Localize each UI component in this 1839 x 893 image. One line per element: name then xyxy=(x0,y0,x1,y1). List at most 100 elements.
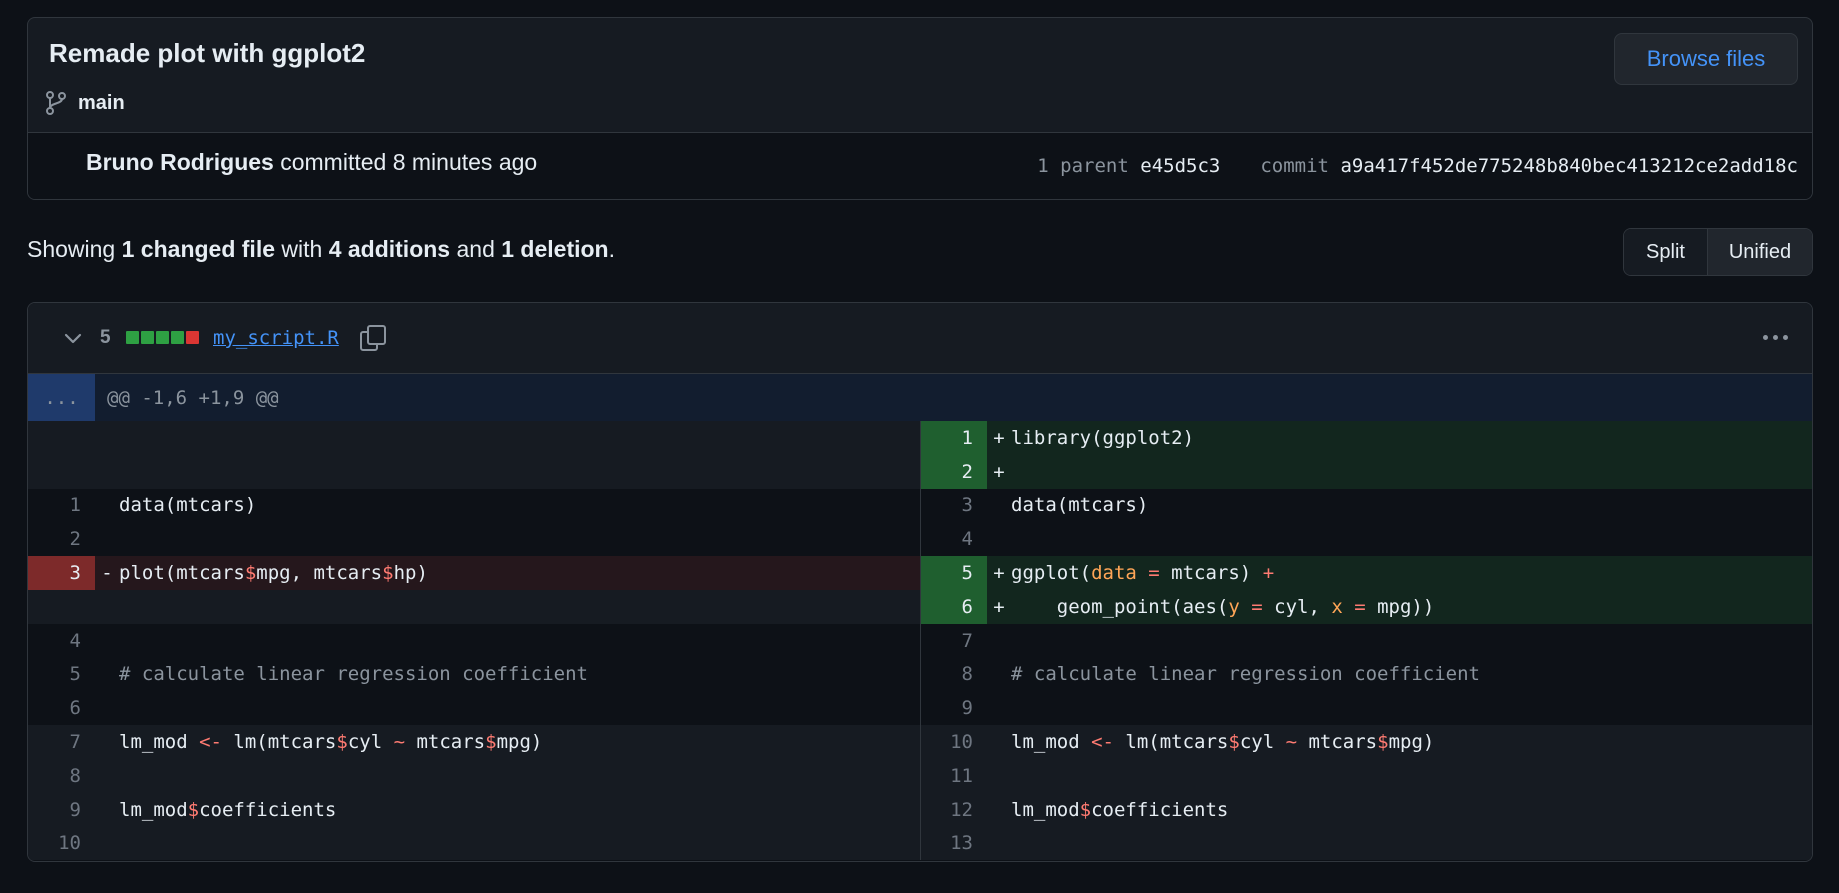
diffstat-blocks xyxy=(126,331,199,344)
commit-box: Remade plot with ggplot2 main Browse fil… xyxy=(27,17,1813,200)
line-number[interactable]: 13 xyxy=(919,826,987,861)
split-view-button[interactable]: Split xyxy=(1624,229,1708,275)
summary-files: 1 changed file xyxy=(121,236,275,262)
code-line: lm_mod <- lm(mtcars$cyl ~ mtcars$mpg) xyxy=(1011,725,1812,759)
diff-row: 1 data(mtcars) 3 data(mtcars) xyxy=(28,488,1812,523)
code-line: lm_mod$coefficients xyxy=(1011,792,1812,827)
diffstat-block xyxy=(126,331,139,344)
line-number[interactable]: 2 xyxy=(28,522,95,557)
commit-header: Remade plot with ggplot2 main Browse fil… xyxy=(28,18,1812,133)
code-line: ggplot(data = mtcars) + xyxy=(1011,556,1812,590)
commit-action: committed 8 minutes ago xyxy=(273,149,538,175)
code-line: data(mtcars) xyxy=(119,488,920,523)
file-diff: 5 my_script.R ... @@ -1,6 +1,9 @@ 1 + li… xyxy=(27,302,1813,862)
parent-sha-link[interactable]: e45d5c3 xyxy=(1140,155,1220,177)
code-line: lm_mod$coefficients xyxy=(119,792,920,827)
line-number[interactable]: 7 xyxy=(919,623,987,658)
line-number[interactable]: 5 xyxy=(28,657,95,692)
expand-hunk-button[interactable]: ... xyxy=(28,374,95,421)
summary-prefix: Showing xyxy=(27,236,122,262)
line-number[interactable]: 3 xyxy=(28,556,95,590)
diff-row: 8 11 xyxy=(28,758,1812,793)
more-options-icon[interactable] xyxy=(1763,335,1788,340)
summary-additions: 4 additions xyxy=(328,236,451,262)
parent-label: 1 parent xyxy=(1037,155,1129,177)
add-sign: + xyxy=(987,556,1011,590)
diff-row: 6 9 xyxy=(28,691,1812,726)
split-diff-table: ... @@ -1,6 +1,9 @@ 1 + library(ggplot2)… xyxy=(28,374,1812,861)
diff-row: 10 13 xyxy=(28,826,1812,861)
code-line: data(mtcars) xyxy=(1011,488,1812,523)
line-number[interactable]: 1 xyxy=(919,421,987,455)
branch-name[interactable]: main xyxy=(78,92,125,115)
delete-sign: - xyxy=(95,556,119,590)
diff-row: 3 - plot(mtcars$mpg, mtcars$hp) 5 + ggpl… xyxy=(28,556,1812,590)
copy-icon[interactable] xyxy=(358,323,388,353)
chevron-down-icon[interactable] xyxy=(62,327,84,349)
git-branch-icon xyxy=(46,91,66,115)
summary-and: and xyxy=(450,236,502,262)
summary-with: with xyxy=(275,236,329,262)
line-number[interactable]: 9 xyxy=(919,691,987,726)
diffstat-block xyxy=(186,331,199,344)
code-line: # calculate linear regression coefficien… xyxy=(119,657,920,692)
line-number[interactable]: 5 xyxy=(919,556,987,590)
add-sign: + xyxy=(987,454,1011,489)
diff-row: 2 4 xyxy=(28,522,1812,557)
commit-sha: a9a417f452de775248b840bec413212ce2add18c xyxy=(1340,155,1798,177)
line-number[interactable]: 4 xyxy=(28,623,95,658)
author-name[interactable]: Bruno Rodrigues xyxy=(86,149,274,175)
empty-cell xyxy=(28,421,920,455)
diff-row: 6 + geom_point(aes(y = cyl, x = mpg)) xyxy=(28,589,1812,624)
add-sign: + xyxy=(987,589,1011,624)
code-line: library(ggplot2) xyxy=(1011,421,1812,455)
diff-view-toggle: Split Unified xyxy=(1623,228,1813,276)
commit-info: Bruno Rodrigues committed 8 minutes ago … xyxy=(28,133,1812,199)
line-number[interactable]: 6 xyxy=(919,589,987,624)
diff-row: 1 + library(ggplot2) xyxy=(28,421,1812,455)
diff-row: 2 + xyxy=(28,454,1812,489)
summary-end: . xyxy=(608,236,615,262)
code-line xyxy=(1011,454,1812,489)
diffstat-block xyxy=(156,331,169,344)
line-number[interactable]: 3 xyxy=(919,488,987,523)
code-line: geom_point(aes(y = cyl, x = mpg)) xyxy=(1011,589,1812,624)
file-name-link[interactable]: my_script.R xyxy=(213,327,339,349)
code-line: plot(mtcars$mpg, mtcars$hp) xyxy=(119,556,920,590)
empty-cell xyxy=(28,589,920,624)
line-number[interactable]: 10 xyxy=(28,826,95,861)
diffstat-block xyxy=(171,331,184,344)
branch-row[interactable]: main xyxy=(44,90,125,116)
diff-row: 4 7 xyxy=(28,623,1812,658)
commit-meta: 1 parent e45d5c3 commit a9a417f452de77524… xyxy=(1037,155,1798,177)
file-header: 5 my_script.R xyxy=(28,303,1812,374)
code-line: lm_mod <- lm(mtcars$cyl ~ mtcars$mpg) xyxy=(119,725,920,759)
line-number[interactable]: 2 xyxy=(919,454,987,489)
line-number[interactable]: 10 xyxy=(919,725,987,759)
line-number[interactable]: 8 xyxy=(919,657,987,692)
line-number[interactable]: 7 xyxy=(28,725,95,759)
hunk-row: ... @@ -1,6 +1,9 @@ xyxy=(28,374,1812,421)
hunk-header: @@ -1,6 +1,9 @@ xyxy=(95,374,1812,421)
line-number[interactable]: 4 xyxy=(919,522,987,557)
author-line: Bruno Rodrigues committed 8 minutes ago xyxy=(86,149,537,176)
diff-row: 5 # calculate linear regression coeffici… xyxy=(28,657,1812,692)
diffstat-block xyxy=(141,331,154,344)
changes-count: 5 xyxy=(100,327,111,348)
diff-row: 7 lm_mod <- lm(mtcars$cyl ~ mtcars$mpg) … xyxy=(28,725,1812,759)
line-number[interactable]: 1 xyxy=(28,488,95,523)
line-number[interactable]: 9 xyxy=(28,792,95,827)
empty-cell xyxy=(28,454,920,489)
commit-label: commit xyxy=(1260,155,1329,177)
commit-title: Remade plot with ggplot2 xyxy=(49,38,366,68)
summary-deletions: 1 deletion xyxy=(501,236,609,262)
diff-row: 9 lm_mod$coefficients 12 lm_mod$coeffici… xyxy=(28,792,1812,827)
line-number[interactable]: 8 xyxy=(28,758,95,793)
line-number[interactable]: 12 xyxy=(919,792,987,827)
add-sign: + xyxy=(987,421,1011,455)
browse-files-button[interactable]: Browse files xyxy=(1614,33,1798,85)
line-number[interactable]: 11 xyxy=(919,758,987,793)
line-number[interactable]: 6 xyxy=(28,691,95,726)
unified-view-button[interactable]: Unified xyxy=(1708,229,1812,275)
code-line: # calculate linear regression coefficien… xyxy=(1011,657,1812,692)
